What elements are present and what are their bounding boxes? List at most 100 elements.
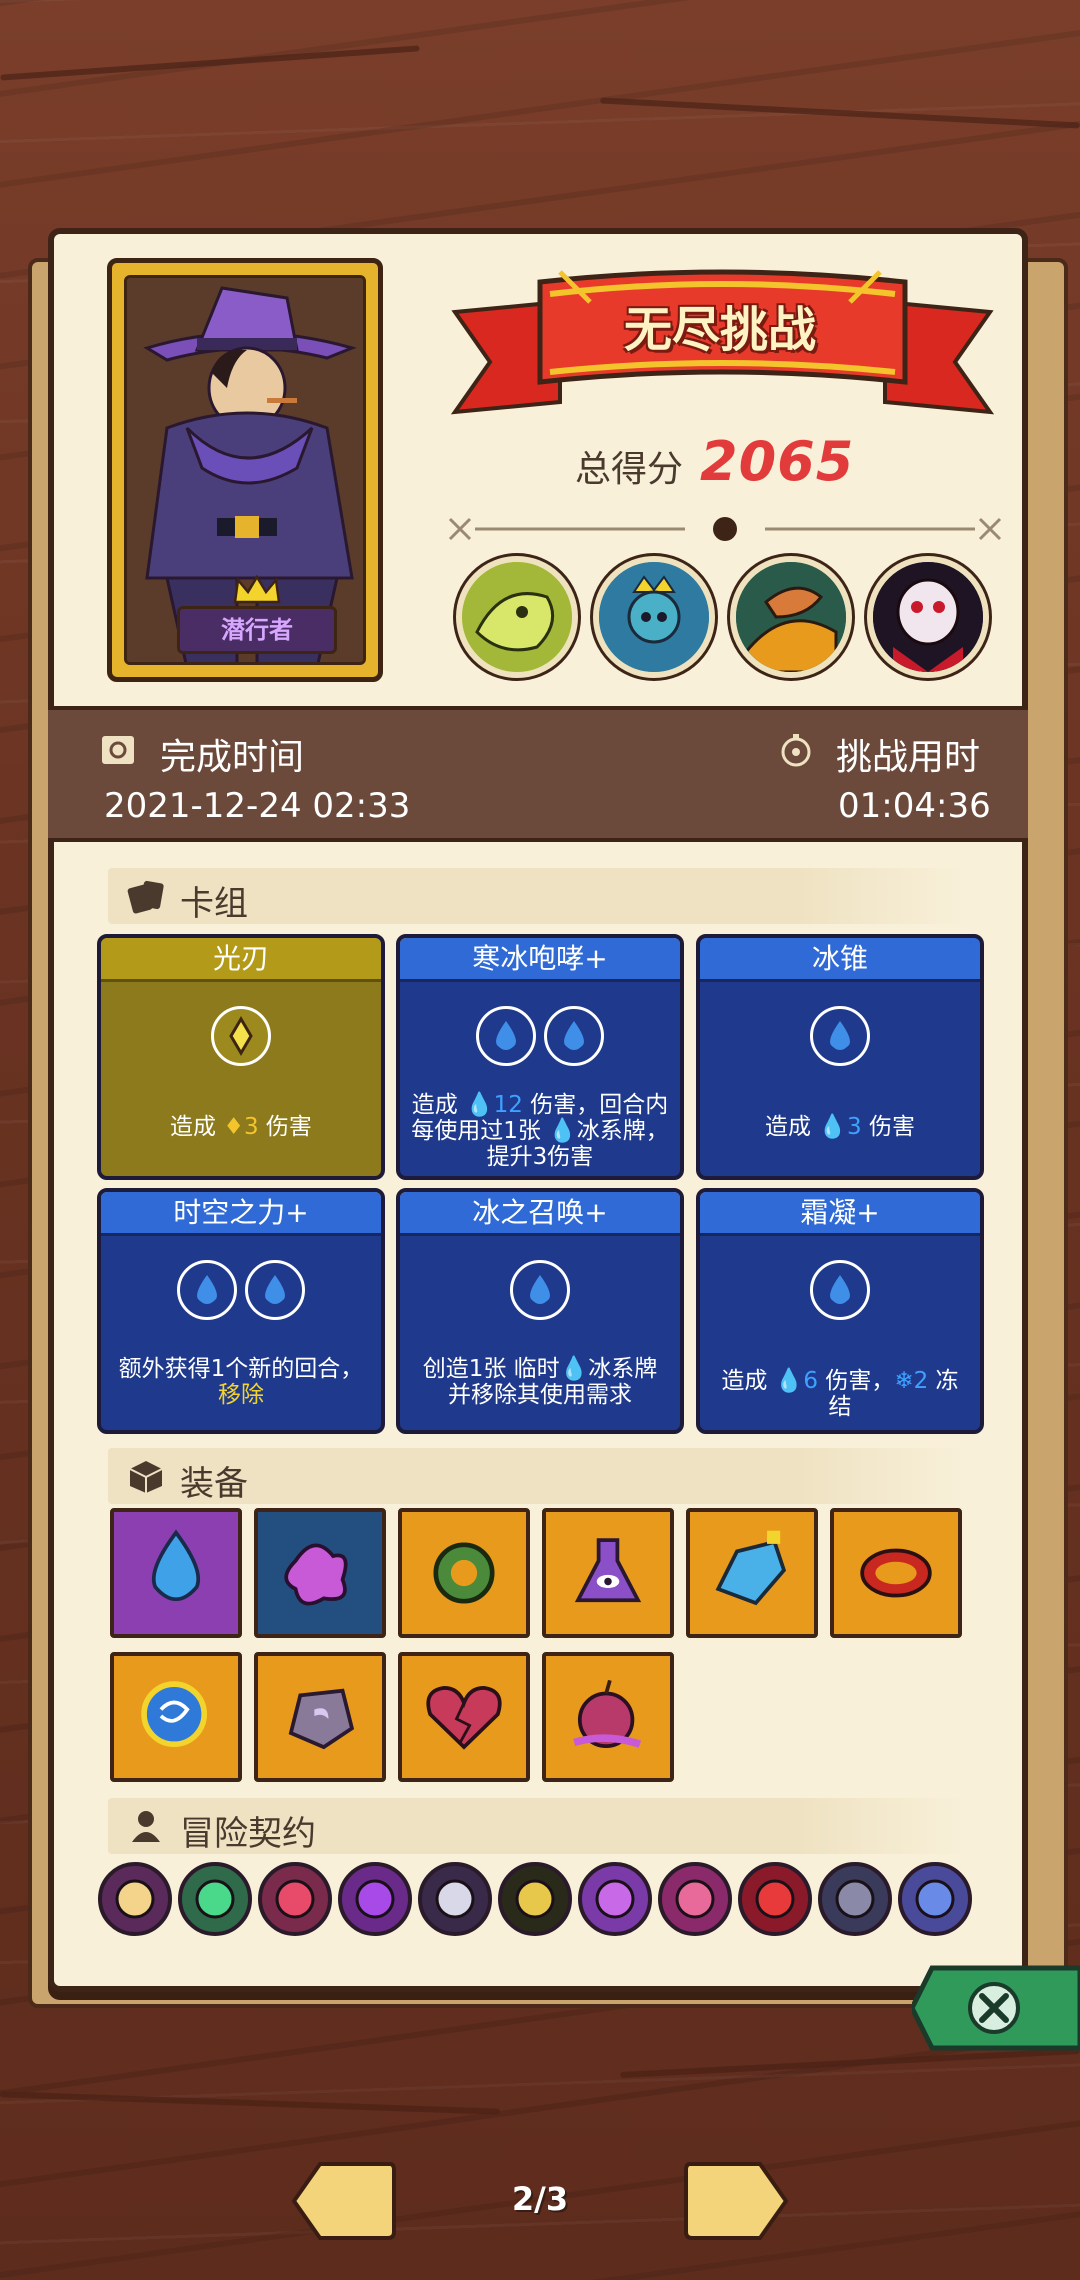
next-page-button[interactable] bbox=[682, 2160, 790, 2242]
equipment-title: 装备 bbox=[180, 1464, 248, 1504]
contract-badge[interactable] bbox=[818, 1862, 892, 1936]
equipment-header: 装备 bbox=[108, 1448, 968, 1504]
moon-stone-icon bbox=[288, 1688, 355, 1750]
spiked-bracelet-icon bbox=[860, 1548, 932, 1598]
contract-badge[interactable] bbox=[658, 1862, 732, 1936]
stopwatch-icon bbox=[781, 734, 811, 767]
box-icon bbox=[129, 1461, 163, 1493]
close-button[interactable] bbox=[912, 1960, 1080, 2056]
character-card[interactable]: 潜行者 bbox=[107, 258, 383, 682]
cracked-heart-icon bbox=[426, 1685, 502, 1750]
contract-badge[interactable] bbox=[578, 1862, 652, 1936]
score-label: 总得分 bbox=[575, 449, 684, 490]
eye-flower-icon bbox=[515, 1879, 555, 1919]
card-name: 寒冰咆哮+ bbox=[400, 938, 680, 982]
water-drop-icon bbox=[810, 1260, 870, 1320]
contract-badge[interactable] bbox=[738, 1862, 812, 1936]
finish-time-value: 2021-12-24 02:33 bbox=[104, 786, 411, 826]
deck-header: 卡组 bbox=[108, 868, 968, 924]
deck-title: 卡组 bbox=[180, 884, 248, 924]
shield-down-icon bbox=[595, 1879, 635, 1919]
locked-heart-icon bbox=[275, 1879, 315, 1919]
boss-portrait-2[interactable] bbox=[593, 556, 715, 678]
equipment-slot[interactable] bbox=[110, 1652, 242, 1782]
card-description: 额外获得1个新的回合，移除 bbox=[118, 1356, 364, 1408]
contract-badge[interactable] bbox=[258, 1862, 332, 1936]
blue-crystal-bottle-icon bbox=[715, 1530, 787, 1606]
water-drop-icon bbox=[177, 1260, 237, 1320]
contract-badge[interactable] bbox=[418, 1862, 492, 1936]
green-ring-icon bbox=[433, 1542, 495, 1604]
banner-title: 无尽挑战 bbox=[623, 302, 816, 358]
card-name: 冰锥 bbox=[700, 938, 980, 982]
equipment-slot[interactable] bbox=[398, 1652, 530, 1782]
boss-portrait-4[interactable] bbox=[867, 556, 989, 678]
card-description: 创造1张 临时💧冰系牌 并移除其使用需求 bbox=[422, 1356, 658, 1408]
water-drop-icon bbox=[245, 1260, 305, 1320]
deck-card-6[interactable]: 霜凝+ 造成 💧6 伤害，❄2 冻结 bbox=[696, 1188, 984, 1434]
equipment-slot[interactable] bbox=[254, 1508, 386, 1638]
duration-value: 01:04:36 bbox=[838, 786, 991, 826]
equipment-slot[interactable] bbox=[110, 1508, 242, 1638]
skull-claw-icon bbox=[435, 1879, 475, 1919]
score-value: 2065 bbox=[700, 430, 855, 493]
equipment-slot[interactable] bbox=[254, 1652, 386, 1782]
blue-rune-orb-icon bbox=[141, 1681, 207, 1748]
purple-splash-icon bbox=[284, 1543, 348, 1606]
eye-flask-icon bbox=[574, 1538, 642, 1603]
equipment-slot[interactable] bbox=[542, 1508, 674, 1638]
person-icon bbox=[132, 1811, 160, 1842]
crowned-squid-boss-icon bbox=[599, 562, 709, 672]
green-shell-icon bbox=[195, 1879, 235, 1919]
skeletal-dragon-boss-icon bbox=[462, 562, 572, 672]
equipment-slot[interactable] bbox=[398, 1508, 530, 1638]
blue-flame-icon bbox=[915, 1879, 955, 1919]
card-description: 造成 ♦3 伤害 bbox=[170, 1114, 312, 1140]
gold-diamond-icon bbox=[211, 1006, 271, 1066]
water-drop-icon bbox=[476, 1006, 536, 1066]
deck-card-3[interactable]: 冰锥 造成 💧3 伤害 bbox=[696, 934, 984, 1180]
info-bar: 完成时间 2021-12-24 02:33 挑战用时 01:04:36 bbox=[48, 706, 1028, 842]
deck-card-4[interactable]: 时空之力+ 额外获得1个新的回合，移除 bbox=[97, 1188, 385, 1434]
serpent-rider-boss-icon bbox=[736, 562, 846, 672]
boss-portrait-3[interactable] bbox=[730, 556, 852, 678]
contract-badge[interactable] bbox=[498, 1862, 572, 1936]
finish-time-label: 完成时间 bbox=[160, 737, 305, 778]
deck-card-1[interactable]: 光刃 造成 ♦3 伤害 bbox=[97, 934, 385, 1180]
contract-badge[interactable] bbox=[338, 1862, 412, 1936]
vampire-boss-icon bbox=[873, 562, 983, 672]
contract-badge[interactable] bbox=[98, 1862, 172, 1936]
character-name: 潜行者 bbox=[177, 606, 337, 654]
red-demon-icon bbox=[755, 1879, 795, 1919]
contracts-title: 冒险契约 bbox=[180, 1814, 316, 1854]
card-name: 光刃 bbox=[101, 938, 381, 982]
equipment-slot[interactable] bbox=[830, 1508, 962, 1638]
card-name: 霜凝+ bbox=[700, 1192, 980, 1236]
pink-demon-icon bbox=[675, 1879, 715, 1919]
stone-block-icon bbox=[835, 1879, 875, 1919]
contract-badge[interactable] bbox=[898, 1862, 972, 1936]
water-drop-icon bbox=[151, 1529, 201, 1602]
water-drop-icon bbox=[510, 1260, 570, 1320]
character-portrait: 潜行者 bbox=[124, 275, 366, 665]
crown-icon bbox=[233, 574, 281, 604]
card-name: 冰之召唤+ bbox=[400, 1192, 680, 1236]
deck-card-5[interactable]: 冰之召唤+ 创造1张 临时💧冰系牌 并移除其使用需求 bbox=[396, 1188, 684, 1434]
water-drop-icon bbox=[544, 1006, 604, 1066]
bone-icon bbox=[115, 1879, 155, 1919]
cards-icon bbox=[127, 880, 164, 914]
page-indicator: 2/3 bbox=[511, 2180, 569, 2218]
contracts-header: 冒险契约 bbox=[108, 1798, 968, 1854]
equipment-slot[interactable] bbox=[686, 1508, 818, 1638]
card-name: 时空之力+ bbox=[101, 1192, 381, 1236]
equipment-slot[interactable] bbox=[542, 1652, 674, 1782]
card-description: 造成 💧12 伤害，回合内每使用过1张 💧冰系牌，提升3伤害 bbox=[411, 1092, 669, 1170]
divider-ornament bbox=[448, 517, 1002, 541]
contract-badge[interactable] bbox=[178, 1862, 252, 1936]
water-drop-icon bbox=[810, 1006, 870, 1066]
poison-apple-icon bbox=[573, 1679, 642, 1748]
prev-page-button[interactable] bbox=[290, 2160, 398, 2242]
purple-demon-icon bbox=[355, 1879, 395, 1919]
deck-card-2[interactable]: 寒冰咆哮+ 造成 💧12 伤害，回合内每使用过1张 💧冰系牌，提升3伤害 bbox=[396, 934, 684, 1180]
boss-portrait-1[interactable] bbox=[456, 556, 578, 678]
